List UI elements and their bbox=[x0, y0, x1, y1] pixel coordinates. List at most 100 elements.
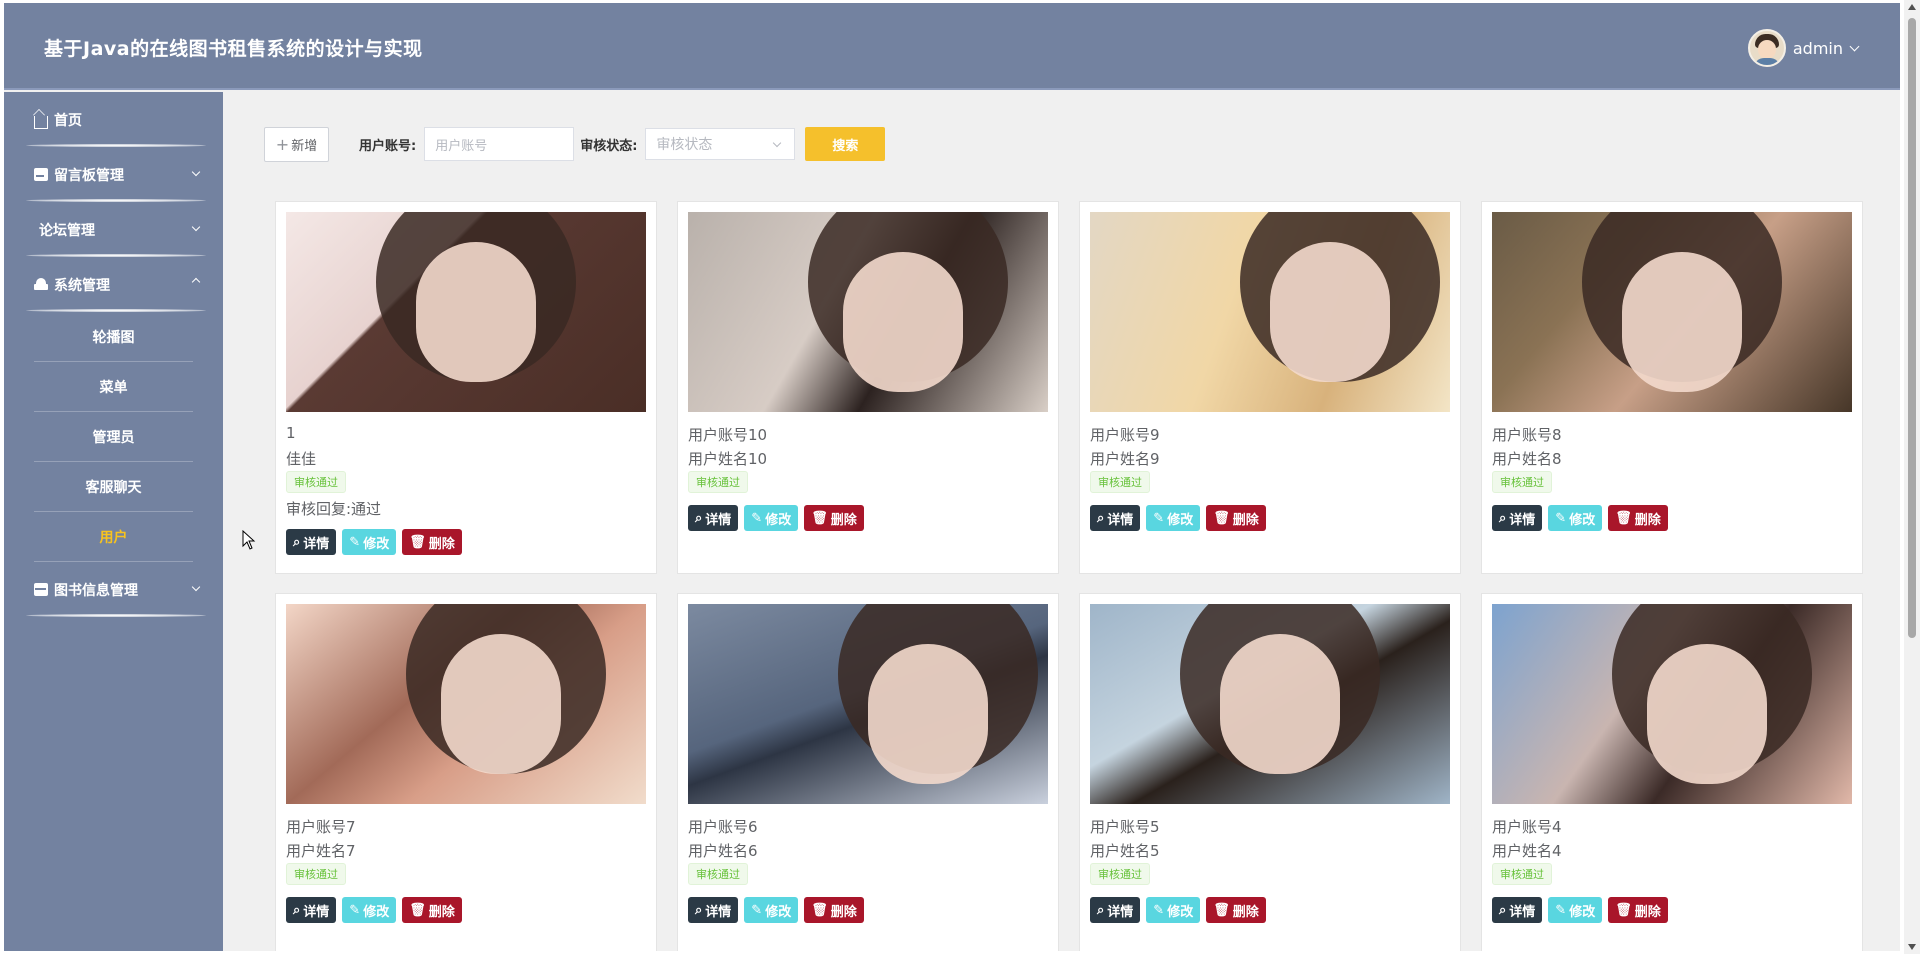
user-name: 用户姓名7 bbox=[286, 842, 356, 860]
sidebar-subitem-admin[interactable]: 管理员 bbox=[4, 412, 223, 462]
edit-button[interactable]: ✎ 修改 bbox=[744, 505, 799, 531]
sidebar-item-forum[interactable]: 论坛管理 bbox=[4, 202, 223, 257]
chevron-down-icon bbox=[191, 167, 201, 177]
sidebar-item-label: 图书信息管理 bbox=[54, 582, 138, 599]
delete-button[interactable]: 🗑︎ 删除 bbox=[804, 505, 864, 531]
user-photo bbox=[286, 604, 646, 804]
card-actions: ⌕ 详情 ✎ 修改 🗑︎ 删除 bbox=[688, 897, 870, 923]
detail-button[interactable]: ⌕ 详情 bbox=[1090, 897, 1141, 923]
edit-button[interactable]: ✎ 修改 bbox=[1548, 505, 1603, 531]
user-account: 用户账号10 bbox=[688, 426, 768, 444]
user-name: 佳佳 bbox=[286, 450, 317, 468]
book-icon bbox=[34, 583, 48, 596]
delete-button[interactable]: 🗑︎ 删除 bbox=[1206, 897, 1266, 923]
username[interactable]: admin bbox=[1793, 39, 1843, 58]
scroll-thumb[interactable] bbox=[1908, 18, 1916, 638]
sidebar-item-message-board[interactable]: 留言板管理 bbox=[4, 147, 223, 202]
delete-button[interactable]: 🗑︎ 删除 bbox=[1608, 505, 1668, 531]
detail-button[interactable]: ⌕ 详情 bbox=[688, 505, 739, 531]
user-name: 用户姓名5 bbox=[1090, 842, 1160, 860]
user-name: 用户姓名6 bbox=[688, 842, 758, 860]
status-badge: 审核通过 bbox=[286, 863, 346, 885]
edit-button[interactable]: ✎ 修改 bbox=[1146, 897, 1201, 923]
sidebar-item-home[interactable]: 首页 bbox=[4, 92, 223, 147]
account-input[interactable]: 用户账号 bbox=[424, 127, 575, 161]
account-label: 用户账号: bbox=[359, 138, 417, 154]
sidebar-subitem-carousel[interactable]: 轮播图 bbox=[4, 312, 223, 362]
user-photo bbox=[1492, 604, 1852, 804]
edit-button[interactable]: ✎ 修改 bbox=[1146, 505, 1201, 531]
detail-button[interactable]: ⌕ 详情 bbox=[1090, 505, 1141, 531]
detail-button[interactable]: ⌕ 详情 bbox=[1492, 897, 1543, 923]
home-icon bbox=[34, 115, 48, 129]
card-actions: ⌕ 详情 ✎ 修改 🗑︎ 删除 bbox=[1090, 505, 1272, 531]
user-photo bbox=[688, 212, 1048, 412]
user-card: 用户账号8 用户姓名8 审核通过 ⌕ 详情 ✎ 修改 🗑︎ 删除 bbox=[1481, 201, 1863, 574]
edit-button[interactable]: ✎ 修改 bbox=[1548, 897, 1603, 923]
user-menu[interactable]: admin bbox=[1747, 29, 1860, 67]
pencil-icon: ✎ bbox=[1153, 902, 1165, 918]
sidebar-subitem-user[interactable]: 用户 bbox=[4, 512, 223, 562]
user-card: 用户账号9 用户姓名9 审核通过 ⌕ 详情 ✎ 修改 🗑︎ 删除 bbox=[1079, 201, 1461, 574]
trash-icon: 🗑︎ bbox=[1213, 510, 1230, 526]
edit-button[interactable]: ✎ 修改 bbox=[342, 897, 397, 923]
sidebar-item-label: 系统管理 bbox=[54, 277, 110, 294]
delete-button[interactable]: 🗑︎ 删除 bbox=[804, 897, 864, 923]
user-card: 1 佳佳 审核通过 审核回复:通过 ⌕ 详情 ✎ 修改 🗑︎ 删除 bbox=[275, 201, 657, 574]
top-header: 基于Java的在线图书租售系统的设计与实现 admin bbox=[4, 3, 1900, 90]
user-account: 用户账号4 bbox=[1492, 818, 1562, 836]
sidebar-subitem-chat[interactable]: 客服聊天 bbox=[4, 462, 223, 512]
delete-button[interactable]: 🗑︎ 删除 bbox=[1608, 897, 1668, 923]
search-toolbar: + 新增 用户账号: 用户账号 审核状态: 审核状态 搜索 bbox=[264, 126, 886, 162]
sidebar-item-book-info[interactable]: 图书信息管理 bbox=[4, 562, 223, 617]
user-name: 用户姓名4 bbox=[1492, 842, 1562, 860]
sidebar-item-system[interactable]: 系统管理 bbox=[4, 257, 223, 312]
chevron-down-icon[interactable] bbox=[1849, 41, 1860, 51]
detail-button[interactable]: ⌕ 详情 bbox=[286, 529, 337, 555]
delete-button[interactable]: 🗑︎ 删除 bbox=[402, 897, 462, 923]
user-card: 用户账号4 用户姓名4 审核通过 ⌕ 详情 ✎ 修改 🗑︎ 删除 bbox=[1481, 593, 1863, 951]
detail-button[interactable]: ⌕ 详情 bbox=[688, 897, 739, 923]
trash-icon: 🗑︎ bbox=[811, 510, 828, 526]
card-actions: ⌕ 详情 ✎ 修改 🗑︎ 删除 bbox=[688, 505, 870, 531]
pencil-icon: ✎ bbox=[349, 534, 361, 550]
pencil-icon: ✎ bbox=[751, 510, 763, 526]
user-photo bbox=[1090, 212, 1450, 412]
user-account: 用户账号7 bbox=[286, 818, 356, 836]
search-icon: ⌕ bbox=[1097, 902, 1105, 918]
status-badge: 审核通过 bbox=[688, 471, 748, 493]
search-icon: ⌕ bbox=[1097, 510, 1105, 526]
chevron-down-icon bbox=[191, 222, 201, 232]
add-button[interactable]: + 新增 bbox=[264, 126, 329, 162]
delete-button[interactable]: 🗑︎ 删除 bbox=[402, 529, 462, 555]
plus-icon: + bbox=[275, 134, 290, 154]
user-card: 用户账号10 用户姓名10 审核通过 ⌕ 详情 ✎ 修改 🗑︎ 删除 bbox=[677, 201, 1059, 574]
edit-button[interactable]: ✎ 修改 bbox=[342, 529, 397, 555]
search-icon: ⌕ bbox=[293, 902, 301, 918]
card-actions: ⌕ 详情 ✎ 修改 🗑︎ 删除 bbox=[286, 529, 468, 555]
search-button[interactable]: 搜索 bbox=[805, 127, 886, 161]
app-frame: 基于Java的在线图书租售系统的设计与实现 admin 首页 留言板管理 论坛管… bbox=[4, 3, 1900, 951]
user-photo bbox=[1090, 604, 1450, 804]
trash-icon: 🗑︎ bbox=[811, 902, 828, 918]
scroll-up-icon[interactable] bbox=[1908, 4, 1916, 10]
status-badge: 审核通过 bbox=[1492, 863, 1552, 885]
edit-button[interactable]: ✎ 修改 bbox=[744, 897, 799, 923]
scroll-down-icon[interactable] bbox=[1908, 944, 1916, 950]
detail-button[interactable]: ⌕ 详情 bbox=[1492, 505, 1543, 531]
delete-button[interactable]: 🗑︎ 删除 bbox=[1206, 505, 1266, 531]
page-scrollbar[interactable] bbox=[1904, 0, 1920, 954]
review-reply: 审核回复:通过 bbox=[286, 500, 382, 518]
detail-button[interactable]: ⌕ 详情 bbox=[286, 897, 337, 923]
card-actions: ⌕ 详情 ✎ 修改 🗑︎ 删除 bbox=[286, 897, 468, 923]
status-badge: 审核通过 bbox=[1090, 863, 1150, 885]
search-icon: ⌕ bbox=[1499, 902, 1507, 918]
avatar[interactable] bbox=[1747, 29, 1786, 67]
sidebar-subitem-menu[interactable]: 菜单 bbox=[4, 362, 223, 412]
status-select[interactable]: 审核状态 bbox=[645, 128, 796, 160]
trash-icon: 🗑︎ bbox=[409, 902, 426, 918]
user-card: 用户账号7 用户姓名7 审核通过 ⌕ 详情 ✎ 修改 🗑︎ 删除 bbox=[275, 593, 657, 951]
chevron-down-icon bbox=[191, 582, 201, 592]
card-actions: ⌕ 详情 ✎ 修改 🗑︎ 删除 bbox=[1090, 897, 1272, 923]
search-icon: ⌕ bbox=[695, 510, 703, 526]
